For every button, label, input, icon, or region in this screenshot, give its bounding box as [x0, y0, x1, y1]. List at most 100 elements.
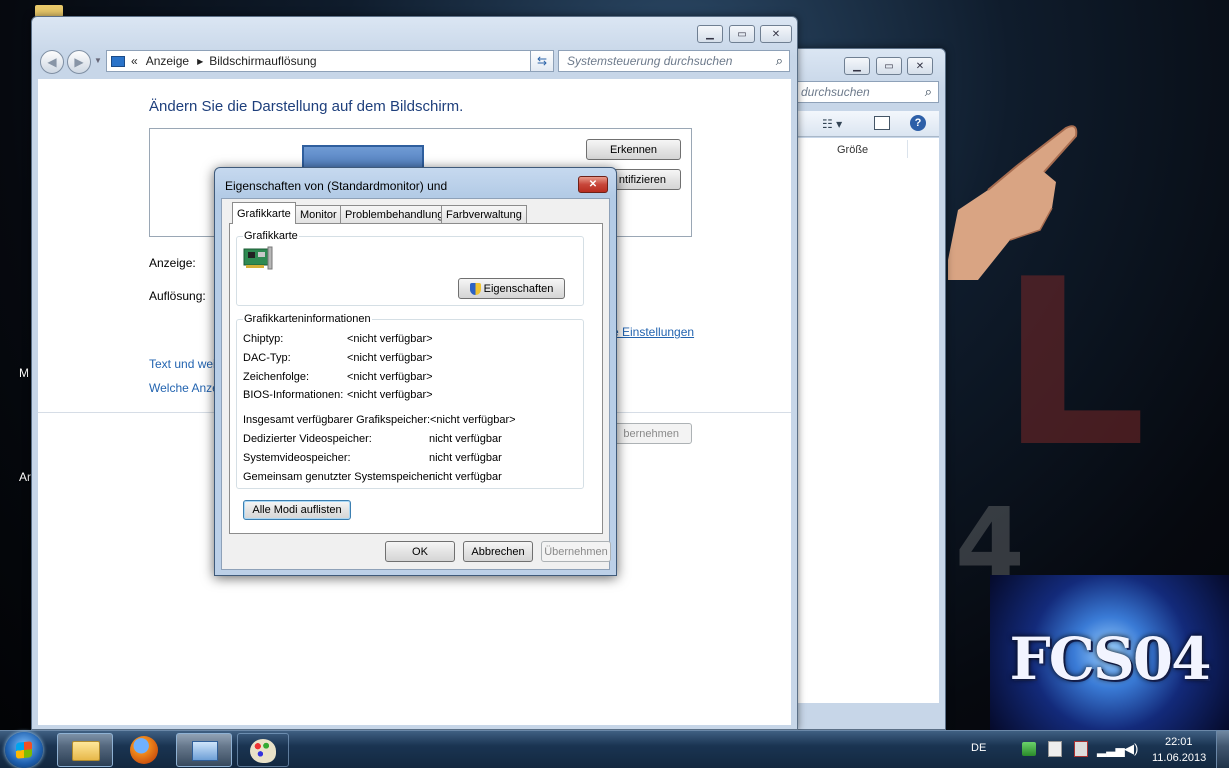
- search-icon: ⌕: [924, 84, 932, 99]
- start-button[interactable]: [5, 732, 43, 768]
- control-panel-taskbar-icon: [192, 741, 218, 761]
- ok-button[interactable]: OK: [385, 541, 455, 562]
- tab-grafikkarte[interactable]: Grafikkarte: [232, 202, 296, 224]
- refresh-button[interactable]: ⇆: [530, 50, 554, 72]
- taskbar-control-panel-button[interactable]: [176, 733, 232, 767]
- breadcrumb-separator-icon: ▶: [197, 56, 204, 66]
- info-label-dac: DAC-Typ:: [243, 352, 291, 364]
- close-button[interactable]: ✕: [760, 25, 792, 43]
- view-options-icon[interactable]: ☷ ▾: [822, 117, 842, 131]
- explorer-search-input[interactable]: durchsuchen ⌕: [794, 81, 939, 103]
- explorer-search-placeholder: durchsuchen: [801, 85, 870, 99]
- info-value-zeichenfolge: <nicht verfügbar>: [347, 371, 433, 383]
- desktop-icon-label-1[interactable]: M: [19, 366, 29, 380]
- taskbar: DE ▂▃▅ ◀) 22:01 11.06.2013: [0, 730, 1229, 768]
- dialog-apply-button[interactable]: Übernehmen: [541, 541, 611, 562]
- memory-label-dedicated: Dedizierter Videospeicher:: [243, 433, 372, 445]
- preview-pane-icon[interactable]: [874, 116, 890, 130]
- identify-button-label: ntifizieren: [618, 173, 666, 186]
- clock-time[interactable]: 22:01: [1165, 736, 1193, 748]
- column-divider: [907, 140, 908, 158]
- search-icon: ⌕: [775, 53, 783, 68]
- paint-icon: [250, 739, 276, 763]
- dialog-close-button[interactable]: ✕: [578, 176, 608, 193]
- apply-button-label: bernehmen: [623, 427, 679, 440]
- search-placeholder: Systemsteuerung durchsuchen: [567, 54, 733, 68]
- list-all-modes-button[interactable]: Alle Modi auflisten: [243, 500, 351, 520]
- pointing-hand-image: [948, 125, 1078, 280]
- search-input[interactable]: Systemsteuerung durchsuchen ⌕: [558, 50, 790, 72]
- network-icon[interactable]: ▂▃▅: [1097, 743, 1125, 757]
- text-size-link[interactable]: Text und weit: [149, 357, 219, 371]
- info-group-title: Grafikkarteninformationen: [243, 313, 372, 325]
- memory-label-system: Systemvideospeicher:: [243, 452, 351, 464]
- memory-label-total: Insgesamt verfügbarer Grafikspeicher:: [243, 414, 431, 426]
- tab-problembehandlung[interactable]: Problembehandlung: [340, 205, 449, 223]
- adapter-group-title: Grafikkarte: [243, 230, 299, 242]
- breadcrumb-overflow[interactable]: «: [131, 54, 138, 68]
- memory-value-dedicated: nicht verfügbar: [429, 433, 502, 445]
- cancel-button[interactable]: Abbrechen: [463, 541, 533, 562]
- tab-farbverwaltung[interactable]: Farbverwaltung: [441, 205, 527, 223]
- adapter-info-groupbox: Grafikkarteninformationen Chiptyp: <nich…: [236, 313, 584, 489]
- dialog-title: Eigenschaften von (Standardmonitor) und: [225, 179, 448, 193]
- memory-value-shared: nicht verfügbar: [429, 471, 502, 483]
- action-center-icon[interactable]: [1048, 741, 1062, 757]
- explorer-file-list[interactable]: Größe: [794, 138, 939, 703]
- adapter-properties-label: Eigenschaften: [483, 282, 554, 295]
- resolution-label: Auflösung:: [149, 289, 206, 303]
- language-indicator[interactable]: DE: [971, 742, 986, 754]
- memory-label-shared: Gemeinsam genutzter Systemspeicher:: [243, 471, 436, 483]
- memory-value-system: nicht verfügbar: [429, 452, 502, 464]
- explorer-window[interactable]: ▁ ▭ ✕ durchsuchen ⌕ ☷ ▾ ? Größe: [785, 48, 946, 730]
- explorer-toolbar: ☷ ▾ ?: [794, 111, 939, 137]
- info-value-dac: <nicht verfügbar>: [347, 352, 433, 364]
- folder-icon: [72, 741, 100, 761]
- show-desktop-button[interactable]: [1216, 731, 1229, 768]
- display-label: Anzeige:: [149, 256, 196, 270]
- fcs04-logo: FCS04: [990, 575, 1229, 730]
- desktop-icon-label-2[interactable]: Ar: [19, 470, 31, 484]
- minimize-button[interactable]: ▁: [697, 25, 723, 43]
- taskbar-firefox-button[interactable]: [119, 733, 171, 767]
- firefox-icon: [130, 736, 158, 764]
- explorer-maximize-button[interactable]: ▭: [876, 57, 902, 75]
- taskbar-explorer-button[interactable]: [57, 733, 113, 767]
- info-value-chiptyp: <nicht verfügbar>: [347, 333, 433, 345]
- tab-monitor[interactable]: Monitor: [295, 205, 342, 223]
- adapter-groupbox: Grafikkarte Eigenschaften: [236, 230, 584, 306]
- security-tray-icon[interactable]: [1022, 742, 1036, 756]
- info-label-bios: BIOS-Informationen:: [243, 389, 344, 401]
- breadcrumb-item-resolution[interactable]: Bildschirmauflösung: [209, 54, 316, 68]
- memory-value-total: <nicht verfügbar>: [430, 414, 516, 426]
- wallpaper-letter-l: L: [1000, 231, 1147, 498]
- recent-pages-chevron-icon[interactable]: ▼: [94, 56, 102, 65]
- uac-shield-icon: [469, 282, 481, 295]
- column-header-size[interactable]: Größe: [837, 144, 868, 156]
- fcs04-logo-text: FCS04: [1009, 625, 1212, 693]
- back-button[interactable]: ◀: [40, 50, 64, 74]
- control-panel-icon: [111, 55, 125, 67]
- forward-button[interactable]: ▶: [67, 50, 91, 74]
- info-label-zeichenfolge: Zeichenfolge:: [243, 371, 310, 383]
- address-bar[interactable]: « Anzeige ▶ Bildschirmauflösung ▼: [106, 50, 554, 72]
- taskbar-paint-button[interactable]: [237, 733, 289, 767]
- safely-remove-icon[interactable]: [1074, 741, 1088, 757]
- adapter-properties-button[interactable]: Eigenschaften: [458, 278, 565, 299]
- volume-icon[interactable]: ◀): [1124, 741, 1138, 757]
- which-display-link[interactable]: Welche Anze: [149, 381, 219, 395]
- info-label-chiptyp: Chiptyp:: [243, 333, 284, 345]
- advanced-settings-link[interactable]: e Einstellungen: [612, 325, 694, 339]
- breadcrumb-item-anzeige[interactable]: Anzeige: [146, 54, 189, 68]
- properties-dialog[interactable]: Eigenschaften von (Standardmonitor) und …: [214, 167, 617, 576]
- page-heading: Ändern Sie die Darstellung auf dem Bilds…: [149, 98, 464, 115]
- clock-date[interactable]: 11.06.2013: [1152, 752, 1206, 764]
- maximize-button[interactable]: ▭: [729, 25, 755, 43]
- explorer-minimize-button[interactable]: ▁: [844, 57, 870, 75]
- detect-button[interactable]: Erkennen: [586, 139, 681, 160]
- tab-page-grafikkarte: Grafikkarte Eigenschaften Grafikkartenin…: [229, 223, 603, 534]
- explorer-close-button[interactable]: ✕: [907, 57, 933, 75]
- dialog-body: Grafikkarte Monitor Problembehandlung Fa…: [221, 198, 611, 570]
- windows-logo-icon: [16, 741, 32, 759]
- help-icon[interactable]: ?: [910, 115, 926, 131]
